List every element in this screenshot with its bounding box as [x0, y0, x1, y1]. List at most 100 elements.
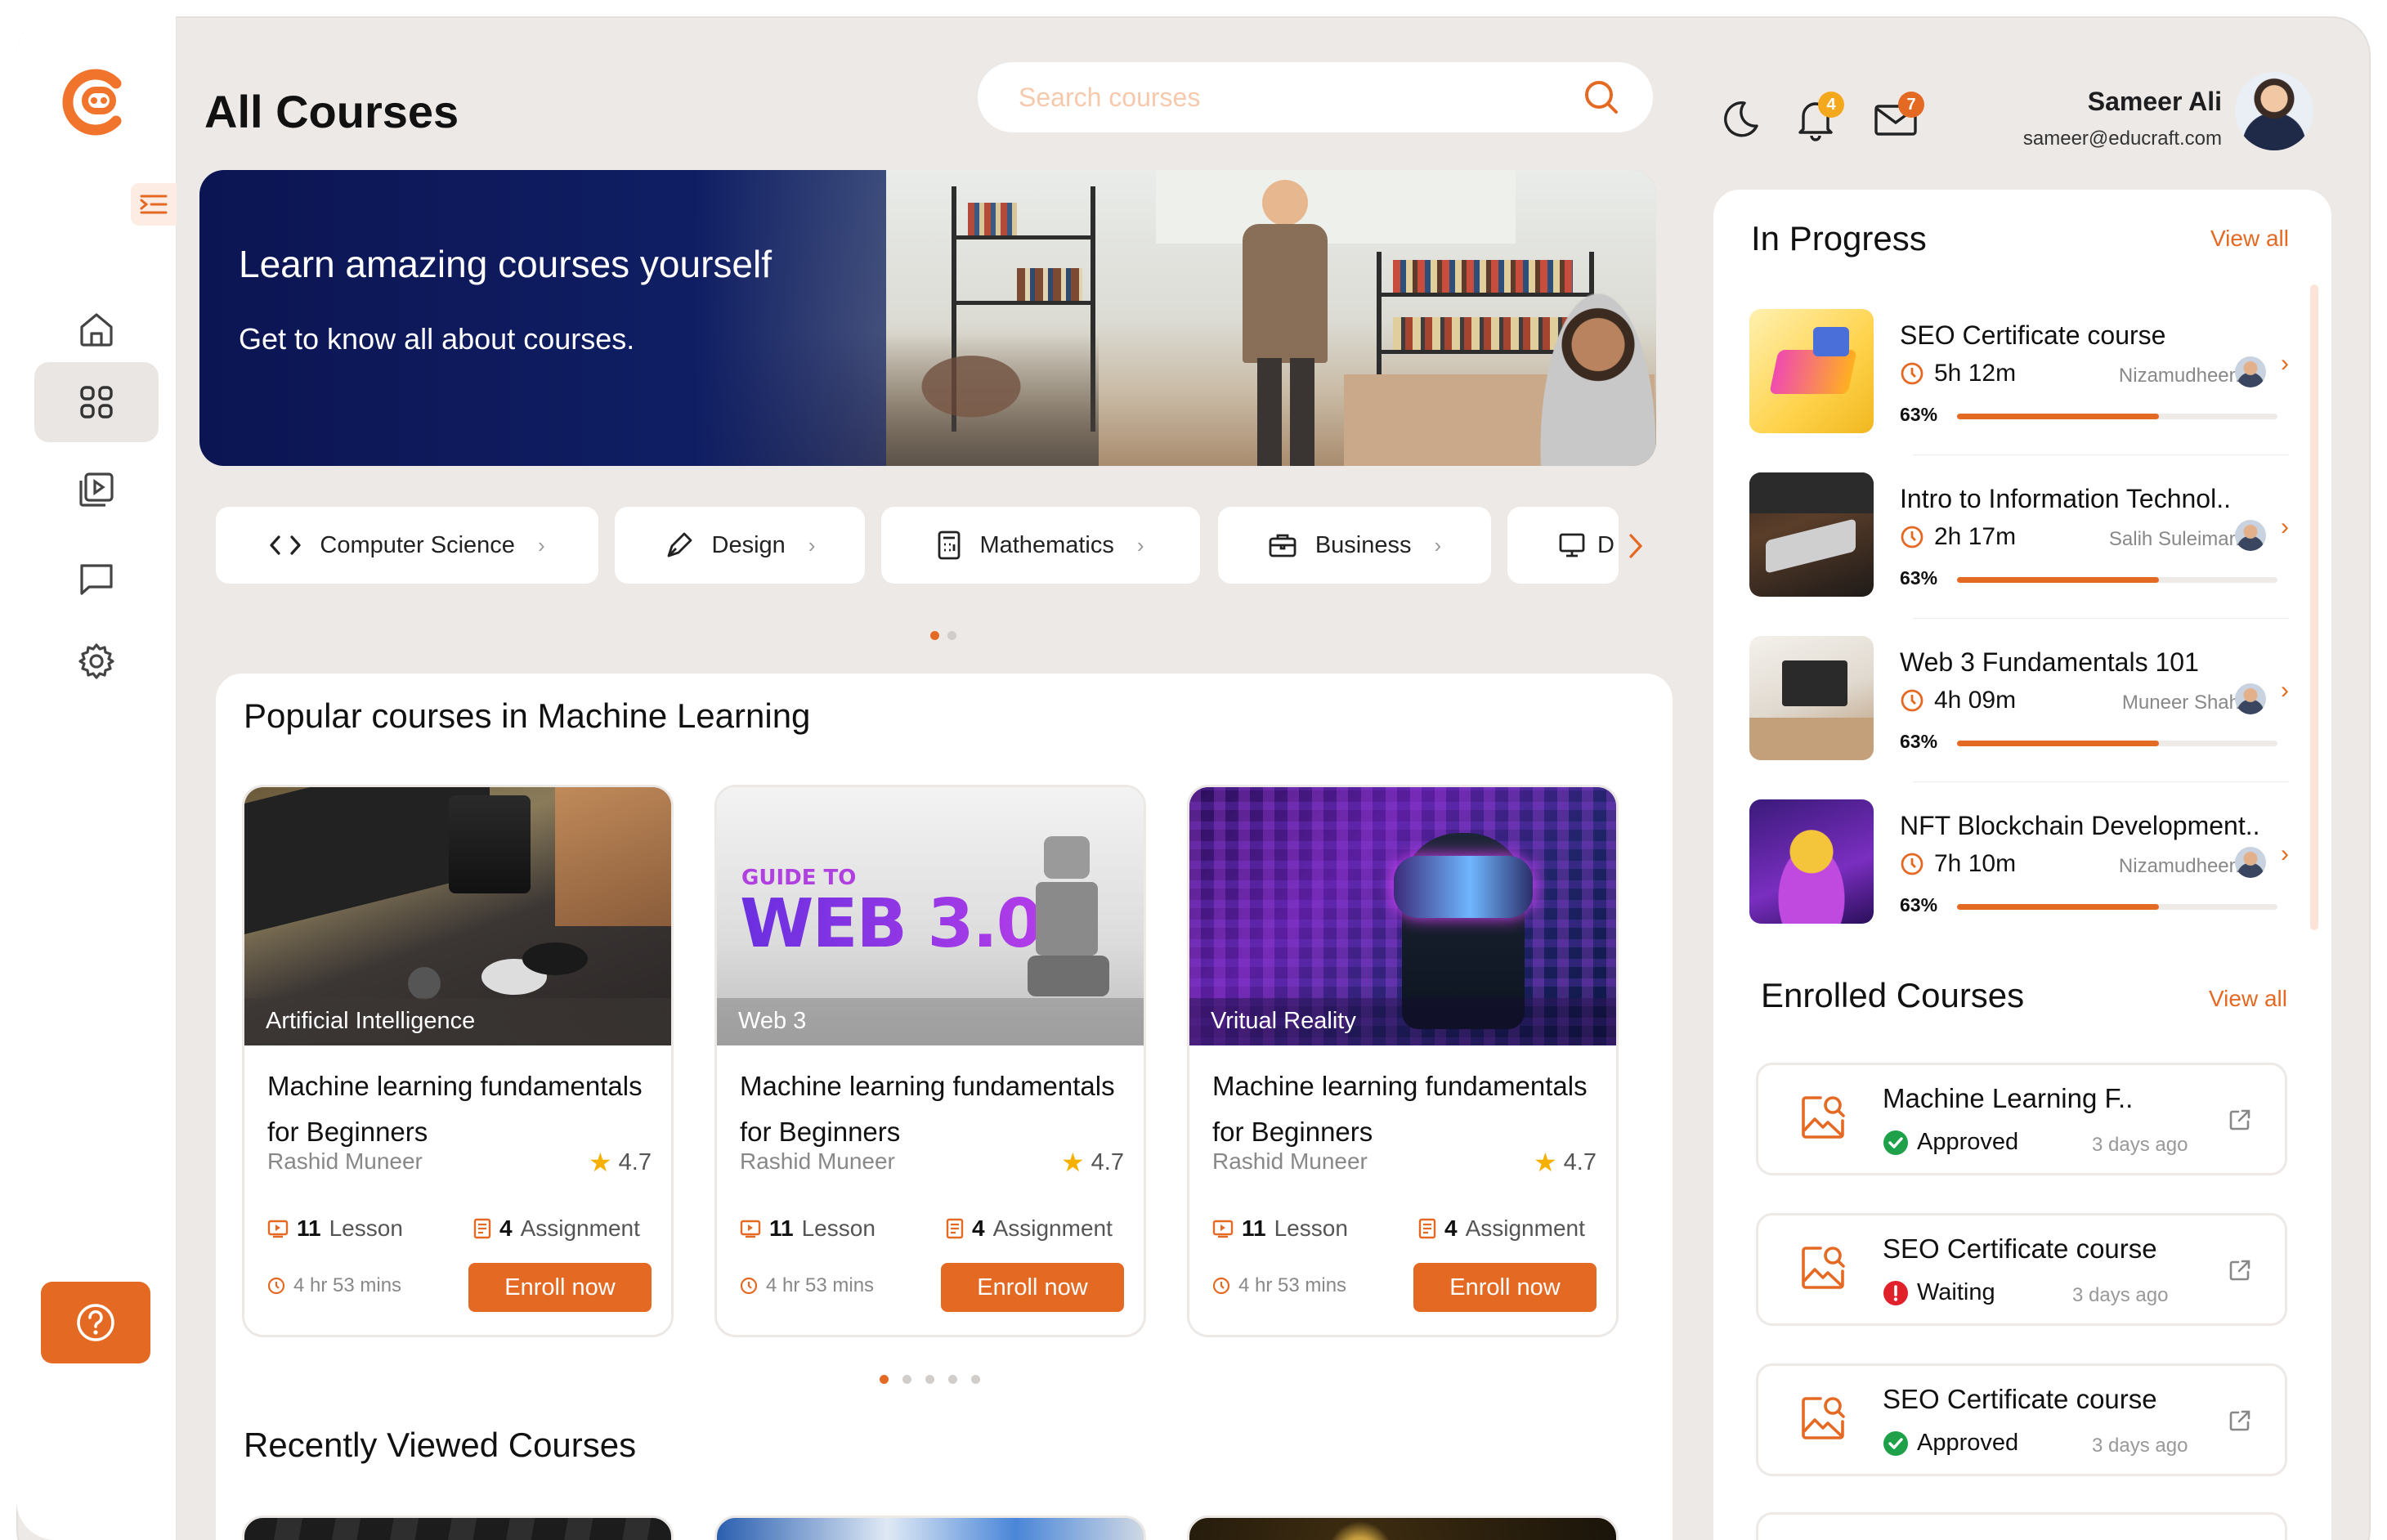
avatar[interactable]	[2235, 72, 2313, 150]
lesson-label: Lesson	[1274, 1215, 1348, 1241]
course-title: Machine Learning F..	[1883, 1083, 2134, 1113]
user-name: Sameer Ali	[2087, 87, 2222, 116]
category-design[interactable]: Design ›	[615, 507, 865, 584]
pagination-dot[interactable]	[948, 1375, 957, 1384]
course-duration: 2h 17m	[1900, 523, 2016, 551]
assignment-label: Assignment	[992, 1215, 1113, 1241]
search-bar[interactable]	[978, 62, 1653, 132]
pagination-dot[interactable]	[925, 1375, 934, 1384]
enrolled-course-item[interactable]: SEO Certificate course Approved 3 days a…	[1756, 1363, 2287, 1476]
enroll-button[interactable]: Enroll now	[468, 1263, 652, 1312]
course-title: Machine learning fundamentals for Beginn…	[267, 1071, 643, 1147]
category-computer-science[interactable]: Computer Science ›	[216, 507, 598, 584]
category-business[interactable]: Business ›	[1218, 507, 1491, 584]
divider	[1913, 781, 2289, 782]
enrolled-view-all[interactable]: View all	[2209, 986, 2287, 1012]
category-mathematics[interactable]: Mathematics ›	[881, 507, 1200, 584]
categories-next-icon[interactable]	[1627, 531, 1645, 561]
divider	[1913, 618, 2289, 619]
lesson-count: 11 Lesson	[740, 1215, 876, 1242]
category-partial[interactable]: D	[1507, 507, 1619, 584]
course-author: Rashid Muneer	[740, 1148, 895, 1174]
app-logo[interactable]	[59, 65, 132, 139]
lesson-count-value: 11	[769, 1215, 794, 1241]
pagination-dot[interactable]	[902, 1375, 911, 1384]
clock-icon	[1901, 689, 1923, 712]
briefcase-icon	[1269, 534, 1297, 557]
course-title: SEO Certificate course	[1883, 1384, 2157, 1414]
nav-dashboard[interactable]	[34, 362, 159, 442]
in-progress-item[interactable]: NFT Blockchain Development.. 7h 10m Niza…	[1749, 799, 2289, 927]
pagination-dot[interactable]	[947, 631, 956, 640]
course-title: Machine learning fundamentals for Beginn…	[740, 1071, 1115, 1147]
enrolled-time: 3 days ago	[2072, 1284, 2169, 1306]
instructor-name: Muneer Shah	[2121, 692, 2240, 714]
pagination-dot[interactable]	[971, 1375, 980, 1384]
clock-icon	[1212, 1277, 1230, 1295]
in-progress-item[interactable]: Intro to Information Technol.. 2h 17m Sa…	[1749, 472, 2289, 600]
course-card[interactable]: Vritual Reality Machine learning fundame…	[1187, 785, 1619, 1337]
duration-value: 4 hr 53 mins	[1238, 1274, 1347, 1296]
enrolled-course-item[interactable]: SEO Certificate course Waiting 3 days ag…	[1756, 1213, 2287, 1326]
course-thumbnail: Vritual Reality	[1189, 787, 1616, 1045]
course-card[interactable]: Artificial Intelligence Machine learning…	[242, 785, 674, 1337]
assignment-icon	[473, 1218, 491, 1239]
recent-course-thumbnail[interactable]	[242, 1515, 674, 1540]
dark-mode-icon[interactable]	[1720, 98, 1761, 139]
progress-bar	[1957, 904, 2277, 910]
enrolled-course-item[interactable]	[1756, 1512, 2287, 1540]
enroll-button[interactable]: Enroll now	[941, 1263, 1124, 1312]
enroll-button[interactable]: Enroll now	[1413, 1263, 1597, 1312]
course-duration: 4 hr 53 mins	[1212, 1274, 1346, 1297]
recent-section-title: Recently Viewed Courses	[244, 1426, 637, 1464]
popular-pagination	[880, 1375, 980, 1384]
collapse-sidebar-button[interactable]	[131, 183, 177, 226]
course-thumbnail	[1749, 309, 1874, 433]
nav-messages[interactable]	[34, 539, 159, 620]
lesson-label: Lesson	[801, 1215, 876, 1241]
in-progress-scrollbar[interactable]	[2310, 284, 2318, 930]
nav-home[interactable]	[34, 289, 159, 369]
recent-course-thumbnail[interactable]	[1187, 1515, 1619, 1540]
chevron-right-icon[interactable]: ›	[2281, 350, 2289, 378]
pen-icon	[667, 532, 692, 557]
nav-videos[interactable]	[34, 450, 159, 530]
status: Waiting	[1883, 1279, 1995, 1306]
in-progress-view-all[interactable]: View all	[2210, 226, 2289, 252]
course-category-tag: Vritual Reality	[1189, 998, 1616, 1045]
pagination-dot[interactable]	[930, 631, 939, 640]
course-category-tag: Artificial Intelligence	[244, 998, 671, 1045]
external-link-icon[interactable]	[2228, 1258, 2252, 1283]
course-author: Rashid Muneer	[1212, 1148, 1368, 1174]
enrolled-title: Enrolled Courses	[1761, 976, 2025, 1014]
messages-button[interactable]: 7	[1874, 92, 1924, 139]
chevron-right-icon[interactable]: ›	[2281, 677, 2289, 705]
banner-title: Learn amazing courses yourself	[239, 243, 772, 285]
sidebar	[16, 16, 177, 1540]
nav-settings[interactable]	[34, 621, 159, 701]
recent-course-thumbnail[interactable]	[714, 1515, 1146, 1540]
categories-pagination	[930, 631, 956, 640]
help-button[interactable]	[41, 1282, 150, 1363]
in-progress-item[interactable]: SEO Certificate course 5h 12m Nizamudhee…	[1749, 309, 2289, 436]
duration-value: 4h 09m	[1934, 687, 2017, 714]
lesson-count-value: 11	[1242, 1215, 1266, 1241]
search-input[interactable]	[1019, 82, 1574, 113]
progress-percent: 63%	[1900, 894, 1938, 915]
search-icon[interactable]	[1583, 78, 1620, 116]
external-link-icon[interactable]	[2228, 1408, 2252, 1433]
enrolled-course-item[interactable]: Machine Learning F.. Approved 3 days ago	[1756, 1063, 2287, 1175]
popular-section-title: Popular courses in Machine Learning	[244, 696, 811, 735]
chevron-right-icon[interactable]: ›	[2281, 513, 2289, 541]
pagination-dot[interactable]	[880, 1375, 889, 1384]
star-icon: ★	[1060, 1148, 1085, 1177]
status-label: Approved	[1917, 1430, 2019, 1456]
instructor-avatar	[2235, 520, 2266, 551]
rating-value: 4.7	[1090, 1148, 1124, 1175]
notifications-button[interactable]: 4	[1794, 92, 1844, 142]
chevron-right-icon[interactable]: ›	[2281, 840, 2289, 868]
external-link-icon[interactable]	[2228, 1108, 2252, 1132]
in-progress-item[interactable]: Web 3 Fundamentals 101 4h 09m Muneer Sha…	[1749, 636, 2289, 763]
course-card[interactable]: GUIDE TO WEB 3.0 Web 3 Machine learning …	[714, 785, 1146, 1337]
progress-bar	[1957, 577, 2277, 583]
